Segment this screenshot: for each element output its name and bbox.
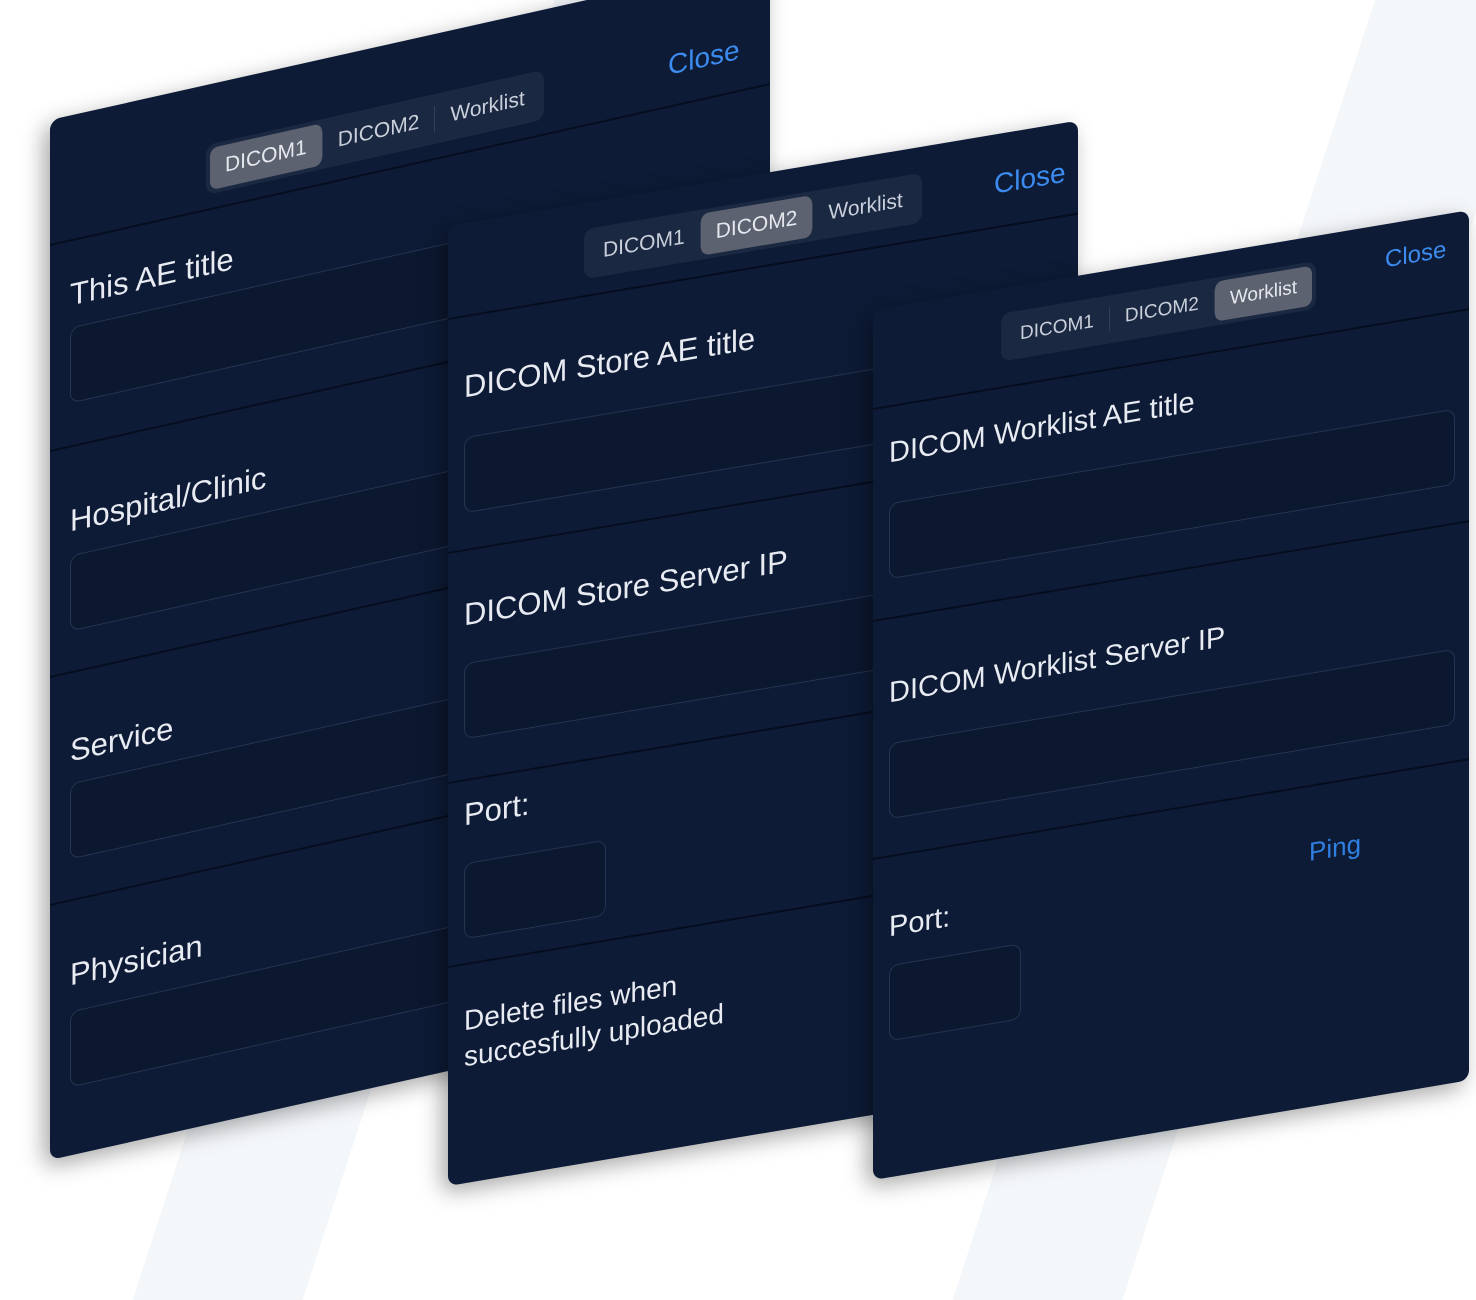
delete-files-label: Delete files when succesfully uploaded — [464, 969, 724, 1073]
tab-dicom2[interactable]: DICOM2 — [1110, 282, 1214, 339]
service-label: Service — [70, 710, 174, 769]
tab-worklist[interactable]: Worklist — [435, 75, 539, 140]
tab-dicom1[interactable]: DICOM1 — [588, 214, 700, 275]
tab-dicom2[interactable]: DICOM2 — [700, 195, 813, 256]
port-input[interactable] — [464, 839, 606, 940]
tab-dicom1[interactable]: DICOM1 — [210, 123, 322, 191]
tab-segmented-control: DICOM1 DICOM2 Worklist — [206, 69, 544, 196]
close-button[interactable]: Close — [994, 157, 1066, 201]
tab-dicom2[interactable]: DICOM2 — [323, 98, 435, 165]
port-input[interactable] — [889, 943, 1021, 1042]
tab-dicom1[interactable]: DICOM1 — [1005, 300, 1109, 357]
ping-button[interactable]: Ping — [1309, 828, 1361, 868]
port-label: Port: — [889, 901, 951, 944]
tab-worklist[interactable]: Worklist — [813, 177, 917, 236]
close-button[interactable]: Close — [668, 34, 740, 82]
physician-label: Physician — [70, 927, 203, 993]
dicom-store-ae-title-label: DICOM Store AE title — [464, 320, 756, 405]
close-button[interactable]: Close — [1385, 236, 1446, 274]
port-label: Port: — [464, 786, 530, 833]
worklist-settings-panel: DICOM1 DICOM2 Worklist Close DICOM Workl… — [873, 210, 1469, 1181]
tab-worklist[interactable]: Worklist — [1214, 265, 1313, 322]
